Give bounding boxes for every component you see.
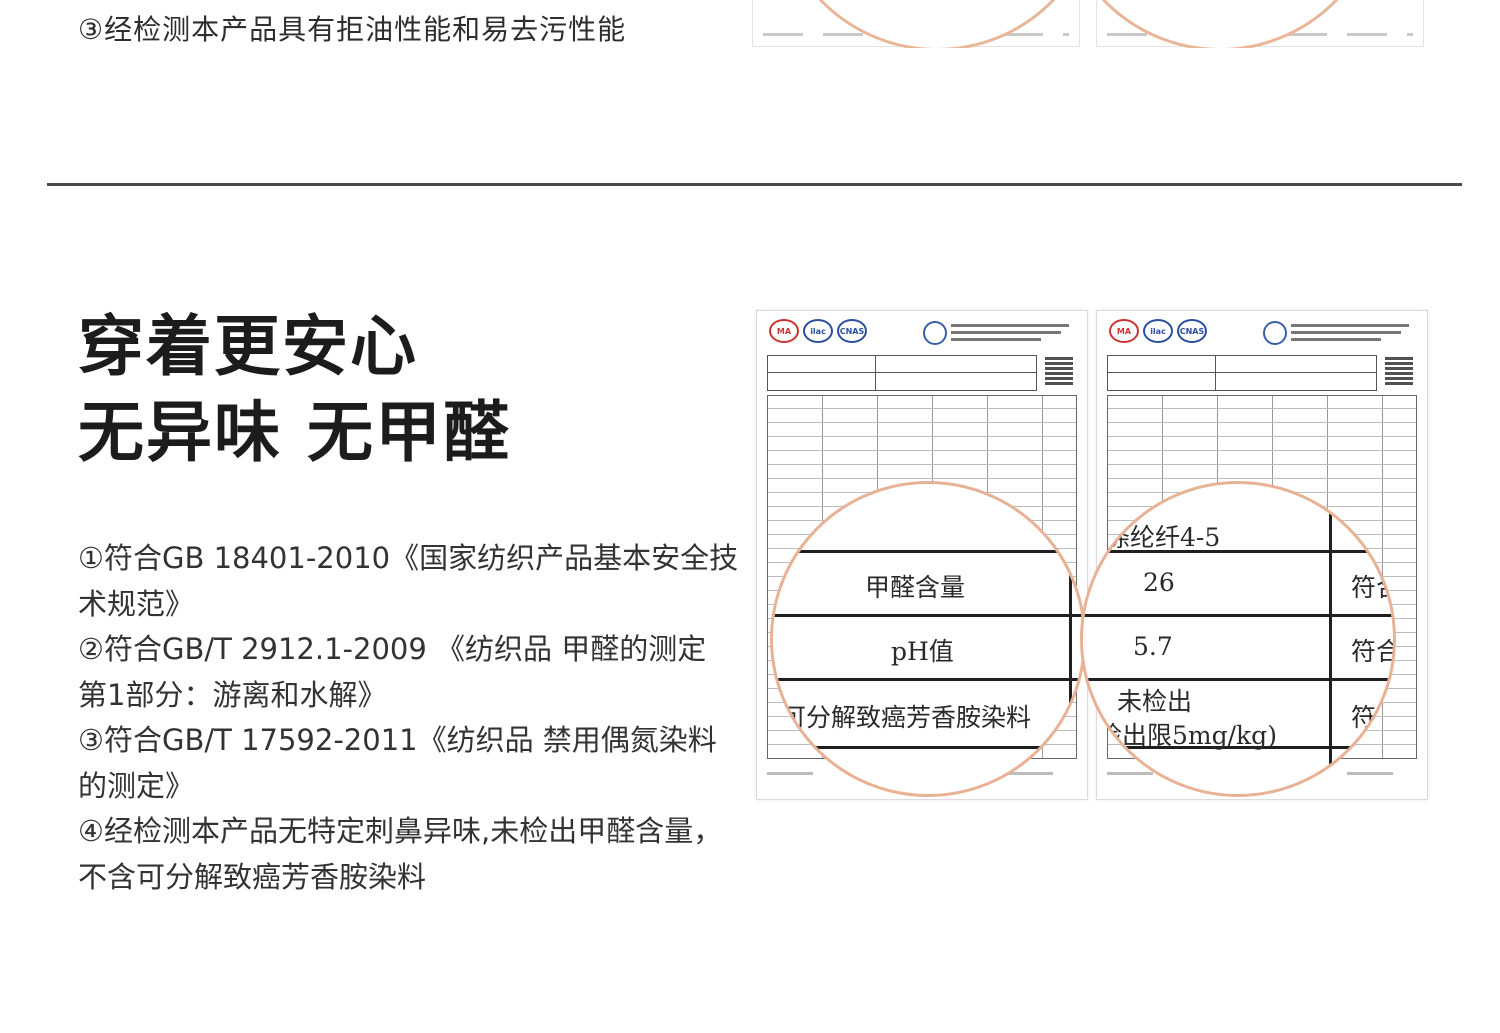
table-rule xyxy=(1069,484,1072,794)
ilac-logo-icon: ilac xyxy=(803,319,833,343)
cert-logos: MA ilac CNAS xyxy=(1109,319,1207,343)
zoom-cell-azo-result: 符合 xyxy=(1351,703,1393,732)
qr-code-icon xyxy=(1045,357,1073,385)
magnifier-right: 涤纶纤4-5 26 符合 5.7 符合 未检出 检出限5mg/kg) 符合 xyxy=(1080,481,1396,797)
title-line-1: 穿着更安心 xyxy=(78,308,418,385)
org-seal-icon xyxy=(1263,321,1287,345)
zoom-cell-fiber: 涤纶纤4-5 xyxy=(1105,523,1221,552)
qr-code-icon xyxy=(1385,357,1413,385)
zoom-cell-azo-dyes: 可分解致癌芳香胺染料 xyxy=(781,703,1032,732)
magnifier-left: 甲醛含量 pH值 可分解致癌芳香胺染料 xyxy=(770,481,1086,797)
zoom-cell-formaldehyde-result: 符合 xyxy=(1351,573,1393,602)
zoom-cell-formaldehyde-value: 26 xyxy=(1143,568,1175,597)
table-rule xyxy=(1083,678,1393,681)
report-header-table xyxy=(1107,355,1377,391)
ilac-logo-icon: ilac xyxy=(1143,319,1173,343)
cma-logo-icon: MA xyxy=(769,319,799,343)
table-rule xyxy=(773,550,1083,553)
spec-item: ②符合GB/T 2912.1-2009 《纺织品 甲醛的测定 第1部分：游离和水… xyxy=(78,632,707,712)
section-title: 穿着更安心 无异味 无甲醛 xyxy=(78,304,511,476)
section-divider xyxy=(47,183,1462,186)
zoom-cell-ph: pH值 xyxy=(891,637,954,666)
table-rule xyxy=(773,614,1083,617)
zoom-cell-ph-result: 符合 xyxy=(1351,637,1393,666)
test-report-images: MA ilac CNAS MA ilac CNAS 甲醛含量 pH值 可分解致癌… xyxy=(756,310,1428,802)
cnas-logo-icon: CNAS xyxy=(837,319,867,343)
zoom-cell-azo-limit: 检出限5mg/kg) xyxy=(1097,721,1277,750)
zoom-cell-formaldehyde: 甲醛含量 xyxy=(865,573,966,602)
spec-item: ①符合GB 18401-2010《国家纺织产品基本安全技术规范》 xyxy=(78,541,739,621)
zoom-cell-ph-value: 5.7 xyxy=(1133,632,1173,661)
org-seal-icon xyxy=(923,321,947,345)
previous-spec-line: ③经检测本产品具有拒油性能和易去污性能 xyxy=(78,13,627,46)
table-rule xyxy=(1083,614,1393,617)
cnas-logo-icon: CNAS xyxy=(1177,319,1207,343)
report-header-table xyxy=(767,355,1037,391)
previous-report-images xyxy=(752,0,1424,48)
spec-list: ①符合GB 18401-2010《国家纺织产品基本安全技术规范》 ②符合GB/T… xyxy=(78,536,743,900)
spec-item: ③符合GB/T 17592-2011《纺织品 禁用偶氮染料的测定》 xyxy=(78,723,717,803)
org-name-line xyxy=(951,324,1069,327)
org-header xyxy=(1263,321,1413,345)
org-name-line xyxy=(951,331,1061,334)
org-name-line xyxy=(951,338,1041,341)
spec-item: ④经检测本产品无特定刺鼻异味,未检出甲醛含量，不含可分解致癌芳香胺染料 xyxy=(78,814,723,894)
table-rule xyxy=(773,678,1083,681)
title-line-2: 无异味 无甲醛 xyxy=(78,394,511,471)
zoom-cell-azo-value: 未检出 xyxy=(1117,687,1193,716)
cma-logo-icon: MA xyxy=(1109,319,1139,343)
table-rule xyxy=(773,746,1083,749)
org-name-line xyxy=(1291,338,1381,341)
org-name-line xyxy=(1291,324,1409,327)
table-rule xyxy=(1329,484,1332,794)
org-name-line xyxy=(1291,331,1401,334)
cert-logos: MA ilac CNAS xyxy=(769,319,867,343)
org-header xyxy=(923,321,1073,345)
